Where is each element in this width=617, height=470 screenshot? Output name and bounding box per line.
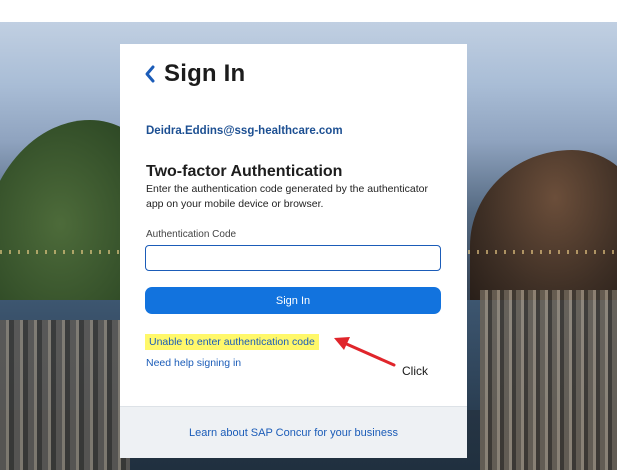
annotation-click-label: Click [402,364,428,378]
need-help-link[interactable]: Need help signing in [146,357,241,369]
sign-in-button[interactable]: Sign In [145,287,441,314]
code-field-label: Authentication Code [146,229,237,240]
right-mountain [470,150,617,310]
user-email: Deidra.Eddins@ssg-healthcare.com [146,125,343,137]
card-footer: Learn about SAP Concur for your business [120,406,467,458]
right-buildings [480,290,617,470]
sign-in-card: Sign In Deidra.Eddins@ssg-healthcare.com… [120,44,467,458]
annotation-arrow [330,333,400,374]
left-buildings [0,320,130,470]
instructions-text: Enter the authentication code generated … [146,183,428,210]
section-heading: Two-factor Authentication [146,163,343,180]
page-title: Sign In [164,60,246,87]
title-row: Sign In [144,60,245,88]
learn-about-link[interactable]: Learn about SAP Concur for your business [189,427,398,439]
top-margin [0,0,617,22]
unable-to-enter-code-link[interactable]: Unable to enter authentication code [145,334,319,350]
authentication-code-input[interactable] [145,245,441,271]
chevron-left-icon[interactable] [144,61,156,87]
